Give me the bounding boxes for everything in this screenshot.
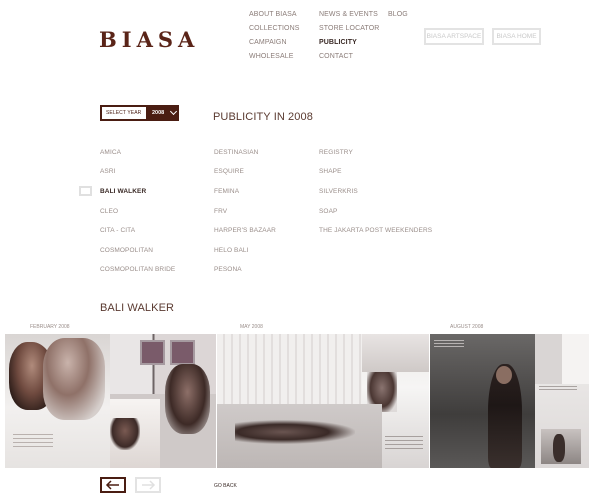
photo-panel bbox=[362, 334, 429, 372]
publication-femina[interactable]: FEMINA bbox=[214, 188, 239, 195]
arrow-left-icon bbox=[105, 480, 119, 490]
nav-contact[interactable]: CONTACT bbox=[319, 53, 353, 60]
select-year-value: 2008 bbox=[146, 107, 178, 119]
gallery-date-3: AUGUST 2008 bbox=[450, 324, 484, 330]
publication-jakarta-post-weekenders[interactable]: THE JAKARTA POST WEEKENDERS bbox=[319, 227, 432, 234]
biasa-artspace-button[interactable]: BIASA ARTSPACE bbox=[424, 28, 484, 45]
lace-curtain bbox=[217, 334, 362, 404]
biasa-home-button[interactable]: BIASA HOME bbox=[492, 28, 541, 45]
publication-asri[interactable]: ASRI bbox=[100, 168, 116, 175]
nav-collections[interactable]: COLLECTIONS bbox=[249, 25, 300, 32]
section-title: BALI WALKER bbox=[100, 302, 175, 314]
nav-news-events[interactable]: NEWS & EVENTS bbox=[319, 11, 378, 18]
article-text bbox=[434, 340, 464, 341]
article-text bbox=[385, 436, 423, 437]
next-button[interactable] bbox=[135, 477, 161, 493]
select-year-dropdown[interactable]: SELECT YEAR 2008 bbox=[100, 105, 179, 121]
publication-shape[interactable]: SHAPE bbox=[319, 168, 342, 175]
active-marker-icon bbox=[79, 186, 92, 196]
publication-amica[interactable]: AMICA bbox=[100, 149, 121, 156]
gallery-date-2: MAY 2008 bbox=[240, 324, 263, 330]
gallery-date-1: FEBRUARY 2008 bbox=[30, 324, 70, 330]
magazine-page-image[interactable] bbox=[217, 334, 429, 468]
chevron-down-icon bbox=[170, 107, 178, 116]
select-year-label: SELECT YEAR bbox=[106, 110, 142, 116]
article-text bbox=[539, 386, 577, 387]
window-panel bbox=[170, 340, 195, 365]
publication-silverkris[interactable]: SILVERKRIS bbox=[319, 188, 358, 195]
magazine-page-image[interactable] bbox=[535, 334, 589, 468]
nav-campaign[interactable]: CAMPAIGN bbox=[249, 39, 287, 46]
publication-frv[interactable]: FRV bbox=[214, 208, 227, 215]
nav-wholesale[interactable]: WHOLESALE bbox=[249, 53, 293, 60]
magazine-page-image[interactable] bbox=[5, 334, 110, 468]
article-text bbox=[13, 434, 53, 435]
publication-destinasian[interactable]: DESTINASIAN bbox=[214, 149, 258, 156]
go-back-link[interactable]: GO BACK bbox=[214, 483, 237, 489]
arrow-right-icon bbox=[142, 480, 156, 490]
publication-cosmopolitan-bride[interactable]: COSMOPOLITAN BRIDE bbox=[100, 266, 175, 273]
model-figure bbox=[235, 420, 355, 444]
magazine-page-image[interactable] bbox=[110, 334, 216, 468]
publication-harpers-bazaar[interactable]: HARPER'S BAZAAR bbox=[214, 227, 276, 234]
select-year-value-text: 2008 bbox=[152, 110, 165, 116]
publication-esquire[interactable]: ESQUIRE bbox=[214, 168, 244, 175]
publication-registry[interactable]: REGISTRY bbox=[319, 149, 353, 156]
logo[interactable]: BIASA bbox=[99, 27, 199, 52]
model-figure bbox=[496, 366, 512, 384]
photo-panel bbox=[535, 334, 589, 384]
prev-button[interactable] bbox=[100, 477, 126, 493]
nav-publicity[interactable]: PUBLICITY bbox=[319, 39, 357, 46]
nav-about-biasa[interactable]: ABOUT BIASA bbox=[249, 11, 297, 18]
model-figure bbox=[43, 338, 105, 420]
magazine-page-image[interactable] bbox=[430, 334, 535, 468]
publication-bali-walker[interactable]: BALI WALKER bbox=[100, 188, 146, 195]
window-panel bbox=[140, 340, 165, 365]
nav-blog[interactable]: BLOG bbox=[388, 11, 408, 18]
model-figure bbox=[110, 418, 140, 450]
model-figure bbox=[553, 434, 565, 462]
publication-helo-bali[interactable]: HELO BALI bbox=[214, 247, 249, 254]
publication-soap[interactable]: SOAP bbox=[319, 208, 337, 215]
publication-cleo[interactable]: CLEO bbox=[100, 208, 118, 215]
model-figure bbox=[165, 364, 210, 434]
nav-store-locator[interactable]: STORE LOCATOR bbox=[319, 25, 379, 32]
publication-cita-cita[interactable]: CITA - CITA bbox=[100, 227, 135, 234]
publication-cosmopolitan[interactable]: COSMOPOLITAN bbox=[100, 247, 153, 254]
page-title: PUBLICITY IN 2008 bbox=[213, 111, 313, 123]
publication-pesona[interactable]: PESONA bbox=[214, 266, 242, 273]
